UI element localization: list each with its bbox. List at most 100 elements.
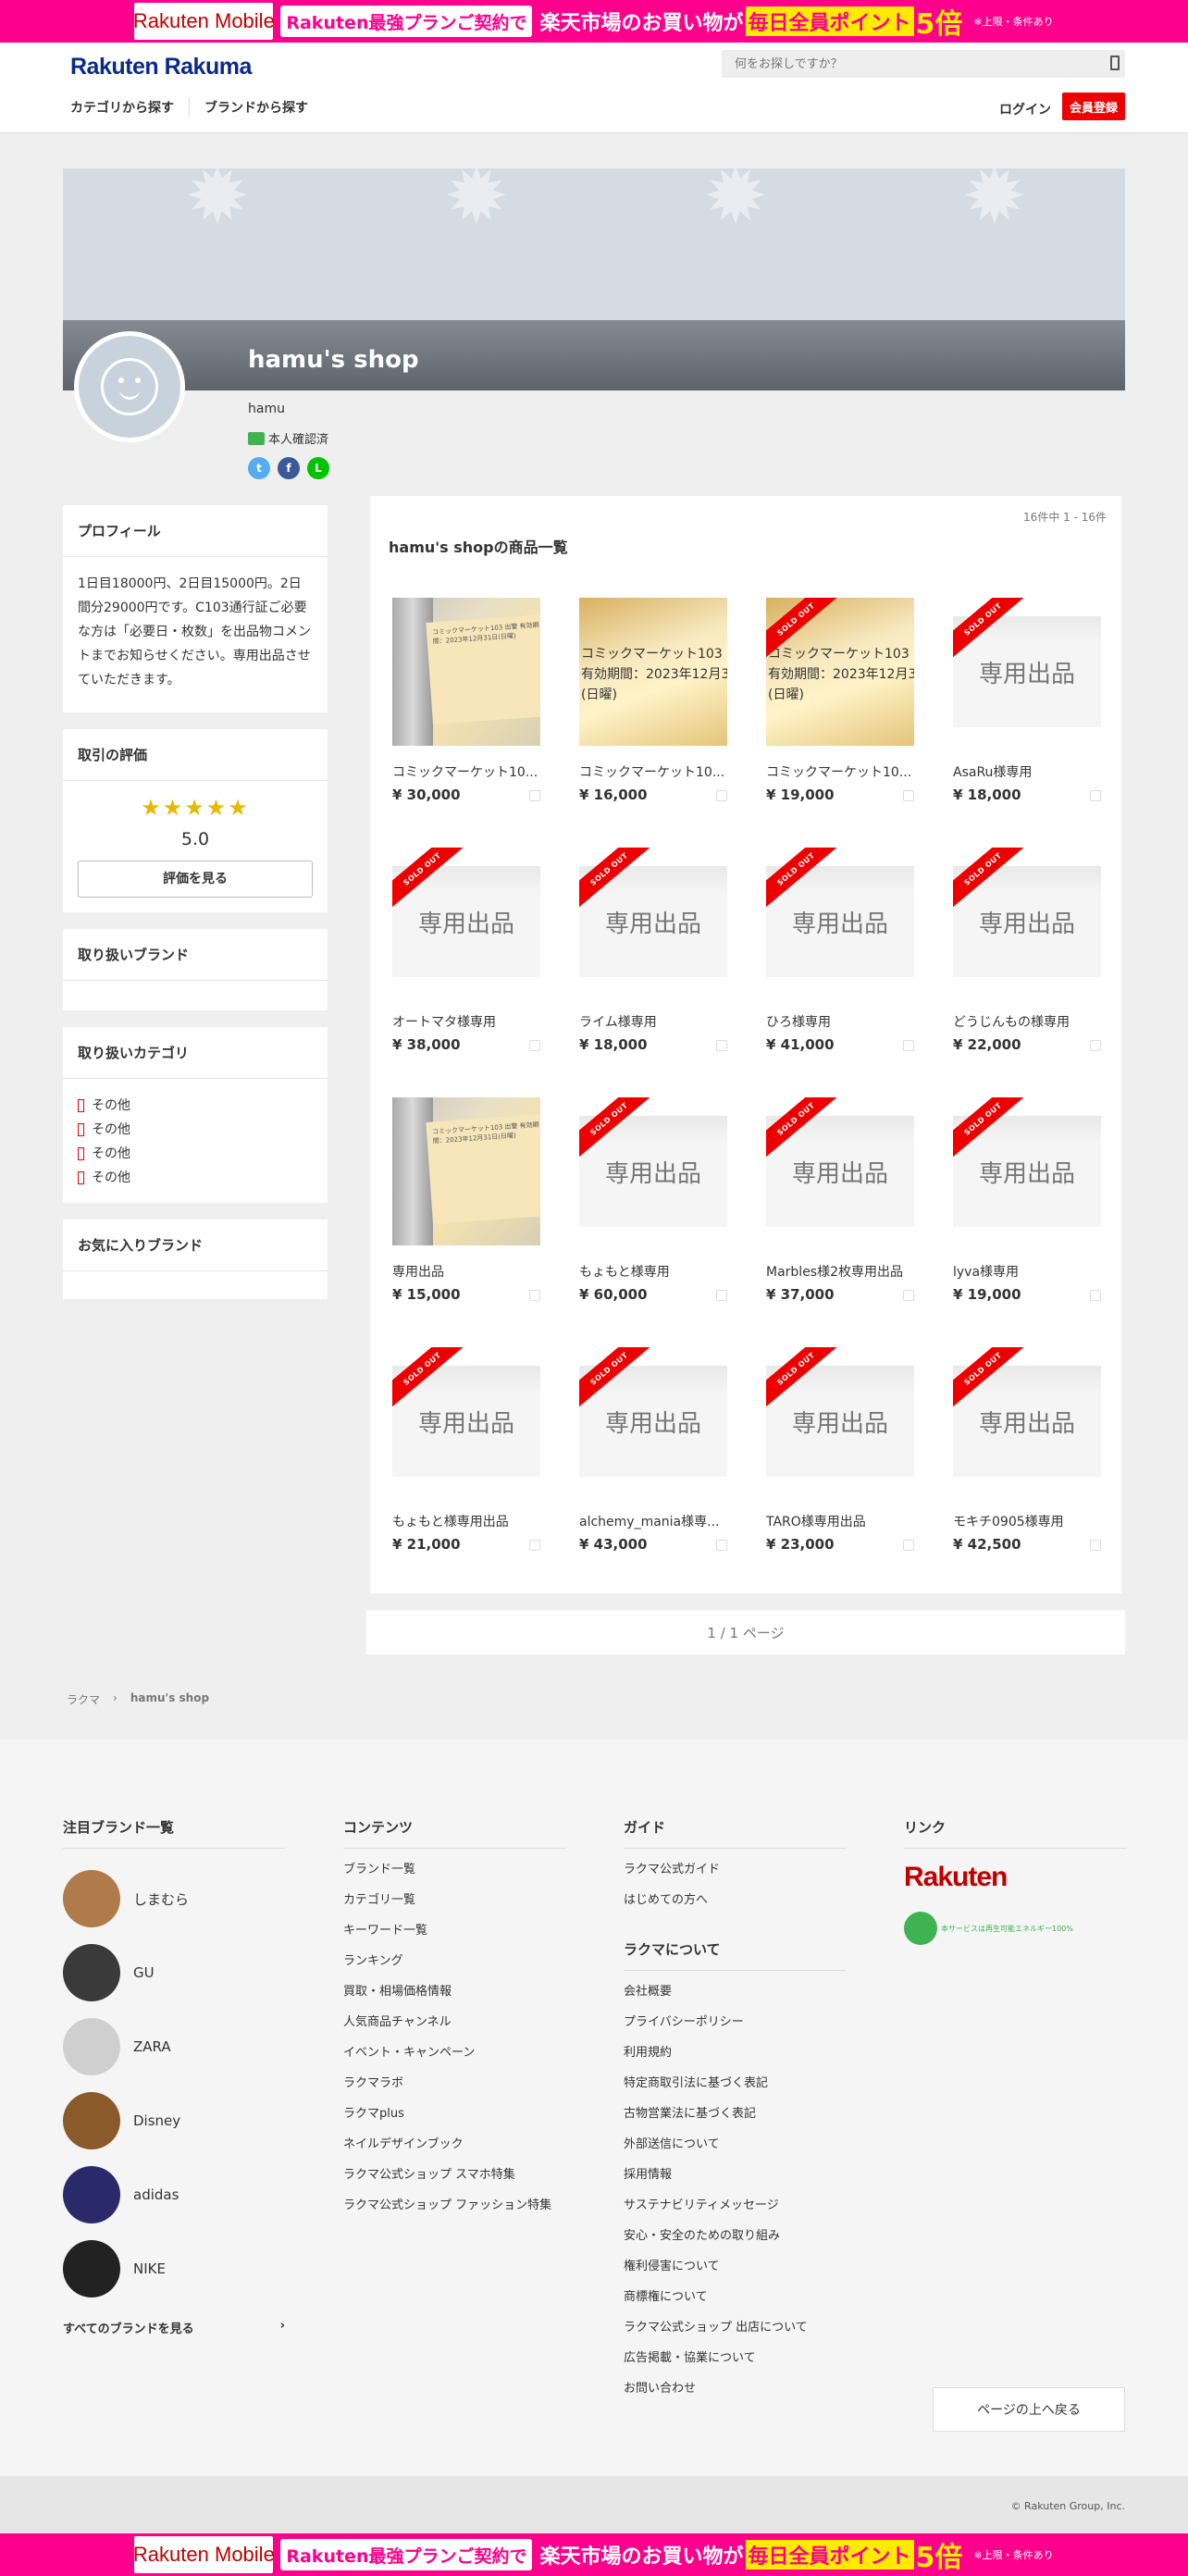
search-box[interactable] xyxy=(722,50,1125,78)
product-name[interactable]: もょもと様専用出品 xyxy=(392,1512,540,1530)
footer-link[interactable]: 商標権について xyxy=(624,2289,846,2320)
footer-link[interactable]: サステナビリティメッセージ xyxy=(624,2198,846,2228)
footer-link[interactable]: 権利侵害について xyxy=(624,2259,846,2289)
product-name[interactable]: どうじんもの様専用 xyxy=(953,1012,1101,1031)
product-card[interactable]: コミックマーケット103 出警 有効期間：2023年12月31日(日曜) 専用出品… xyxy=(392,1097,579,1347)
product-image[interactable]: 専用出品 SOLD OUT xyxy=(766,1347,914,1495)
product-image[interactable]: 専用出品 SOLD OUT xyxy=(579,848,727,996)
footer-link[interactable]: ラクマ公式ショップ スマホ特集 xyxy=(343,2167,565,2198)
product-image[interactable]: コミックマーケット103 出警 有効期間：2023年12月31日(日曜)SOLD… xyxy=(766,598,914,746)
category-link[interactable]: その他 xyxy=(78,1166,313,1190)
footer-link[interactable]: 利用規約 xyxy=(624,2045,846,2075)
product-name[interactable]: コミックマーケット10... xyxy=(392,762,540,781)
product-name[interactable]: TARO様専用出品 xyxy=(766,1512,914,1530)
all-brands-link[interactable]: すべてのブランドを見る › xyxy=(63,2319,285,2336)
footer-brand-item[interactable]: adidas xyxy=(63,2158,285,2232)
like-icon[interactable] xyxy=(903,1040,914,1051)
like-icon[interactable] xyxy=(1090,790,1101,801)
like-icon[interactable] xyxy=(716,1290,727,1301)
footer-brand-item[interactable]: ZARA xyxy=(63,2010,285,2084)
footer-link[interactable]: 古物営業法に基づく表記 xyxy=(624,2106,846,2136)
footer-link[interactable]: 安心・安全のための取り組み xyxy=(624,2228,846,2259)
product-name[interactable]: lyva様専用 xyxy=(953,1262,1101,1281)
register-button[interactable]: 会員登録 xyxy=(1062,93,1125,120)
search-input[interactable] xyxy=(722,50,1092,78)
product-image[interactable]: 専用出品 SOLD OUT xyxy=(766,1097,914,1245)
footer-link[interactable]: ラクマラボ xyxy=(343,2075,565,2106)
product-image[interactable]: コミックマーケット103 出警 有効期間：2023年12月31日(日曜) xyxy=(579,598,727,746)
product-card[interactable]: 専用出品 SOLD OUT AsaRu様専用 ¥ 18,000 xyxy=(953,598,1140,848)
product-name[interactable]: コミックマーケット10... xyxy=(766,762,914,781)
product-card[interactable]: 専用出品 SOLD OUT もょもと様専用出品 ¥ 21,000 xyxy=(392,1347,579,1597)
product-name[interactable]: 専用出品 xyxy=(392,1262,540,1281)
like-icon[interactable] xyxy=(529,1040,540,1051)
like-icon[interactable] xyxy=(716,1540,727,1551)
back-to-top-button[interactable]: ページの上へ戻る xyxy=(933,2387,1125,2432)
product-card[interactable]: コミックマーケット103 出警 有効期間：2023年12月31日(日曜) コミック… xyxy=(579,598,766,848)
footer-link[interactable]: ネイルデザインブック xyxy=(343,2136,565,2167)
like-icon[interactable] xyxy=(903,790,914,801)
footer-link[interactable]: お問い合わせ xyxy=(624,2381,846,2411)
like-icon[interactable] xyxy=(1090,1540,1101,1551)
category-link[interactable]: その他 xyxy=(78,1142,313,1166)
footer-link[interactable]: ラクマ公式ガイド xyxy=(624,1862,846,1892)
footer-link[interactable]: 採用情報 xyxy=(624,2167,846,2198)
like-icon[interactable] xyxy=(1090,1290,1101,1301)
like-icon[interactable] xyxy=(1090,1040,1101,1051)
footer-link[interactable]: 会社概要 xyxy=(624,1984,846,2014)
product-image[interactable]: 専用出品 SOLD OUT xyxy=(392,848,540,996)
view-reviews-button[interactable]: 評価を見る xyxy=(78,861,313,898)
product-image[interactable]: 専用出品 SOLD OUT xyxy=(392,1347,540,1495)
footer-link[interactable]: 特定商取引法に基づく表記 xyxy=(624,2075,846,2106)
footer-brand-item[interactable]: Disney xyxy=(63,2084,285,2158)
footer-link[interactable]: はじめての方へ xyxy=(624,1892,846,1923)
facebook-icon[interactable]: f xyxy=(278,457,300,479)
footer-brand-item[interactable]: しまむら xyxy=(63,1862,285,1936)
footer-link[interactable]: キーワード一覧 xyxy=(343,1923,565,1953)
footer-link[interactable]: 外部送信について xyxy=(624,2136,846,2167)
product-name[interactable]: alchemy_mania様専... xyxy=(579,1512,727,1530)
footer-link[interactable]: ブランド一覧 xyxy=(343,1862,565,1892)
like-icon[interactable] xyxy=(716,1040,727,1051)
product-card[interactable]: 専用出品 SOLD OUT オートマタ様専用 ¥ 38,000 xyxy=(392,848,579,1097)
product-image[interactable]: 専用出品 SOLD OUT xyxy=(579,1097,727,1245)
product-image[interactable]: コミックマーケット103 出警 有効期間：2023年12月31日(日曜) xyxy=(392,598,540,746)
product-card[interactable]: 専用出品 SOLD OUT ライム様専用 ¥ 18,000 xyxy=(579,848,766,1097)
like-icon[interactable] xyxy=(716,790,727,801)
footer-link[interactable]: 買取・相場価格情報 xyxy=(343,1984,565,2014)
like-icon[interactable] xyxy=(529,1540,540,1551)
rakuma-logo[interactable]: Rakuten Rakuma xyxy=(70,54,252,80)
product-name[interactable]: Marbles様2枚専用出品 xyxy=(766,1262,914,1281)
product-card[interactable]: 専用出品 SOLD OUT モキチ0905様専用 ¥ 42,500 xyxy=(953,1347,1140,1597)
rakuten-logo[interactable]: Rakuten xyxy=(904,1862,1126,1893)
like-icon[interactable] xyxy=(903,1540,914,1551)
promo-banner-top[interactable]: Rakuten Mobile Rakuten最強プランご契約で 楽天市場 のお買い… xyxy=(0,0,1188,43)
product-card[interactable]: 専用出品 SOLD OUT どうじんもの様専用 ¥ 22,000 xyxy=(953,848,1140,1097)
nav-category[interactable]: カテゴリから探す xyxy=(70,98,190,117)
footer-link[interactable]: 人気商品チャンネル xyxy=(343,2014,565,2045)
like-icon[interactable] xyxy=(529,790,540,801)
product-image[interactable]: コミックマーケット103 出警 有効期間：2023年12月31日(日曜) xyxy=(392,1097,540,1245)
product-name[interactable]: オートマタ様専用 xyxy=(392,1012,540,1031)
breadcrumb-item[interactable]: ラクマ xyxy=(67,1691,100,1707)
product-name[interactable]: ひろ様専用 xyxy=(766,1012,914,1031)
line-icon[interactable]: L xyxy=(307,457,329,479)
product-image[interactable]: 専用出品 SOLD OUT xyxy=(953,848,1101,996)
product-name[interactable]: もょもと様専用 xyxy=(579,1262,727,1281)
product-image[interactable]: 専用出品 SOLD OUT xyxy=(953,598,1101,746)
product-card[interactable]: コミックマーケット103 出警 有効期間：2023年12月31日(日曜) コミック… xyxy=(392,598,579,848)
product-card[interactable]: 専用出品 SOLD OUT Marbles様2枚専用出品 ¥ 37,000 xyxy=(766,1097,953,1347)
footer-brand-item[interactable]: GU xyxy=(63,1936,285,2010)
promo-banner-bottom[interactable]: Rakuten Mobile Rakuten最強プランご契約で 楽天市場 のお買い… xyxy=(0,2533,1188,2576)
footer-link[interactable]: カテゴリ一覧 xyxy=(343,1892,565,1923)
like-icon[interactable] xyxy=(903,1290,914,1301)
product-card[interactable]: 専用出品 SOLD OUT alchemy_mania様専... ¥ 43,000 xyxy=(579,1347,766,1597)
product-image[interactable]: 専用出品 SOLD OUT xyxy=(766,848,914,996)
nav-brand[interactable]: ブランドから探す xyxy=(204,98,323,117)
product-image[interactable]: 専用出品 SOLD OUT xyxy=(579,1347,727,1495)
footer-link[interactable]: ラクマplus xyxy=(343,2106,565,2136)
product-card[interactable]: 専用出品 SOLD OUT もょもと様専用 ¥ 60,000 xyxy=(579,1097,766,1347)
category-link[interactable]: その他 xyxy=(78,1094,313,1118)
product-image[interactable]: 専用出品 SOLD OUT xyxy=(953,1347,1101,1495)
twitter-icon[interactable]: t xyxy=(248,457,270,479)
